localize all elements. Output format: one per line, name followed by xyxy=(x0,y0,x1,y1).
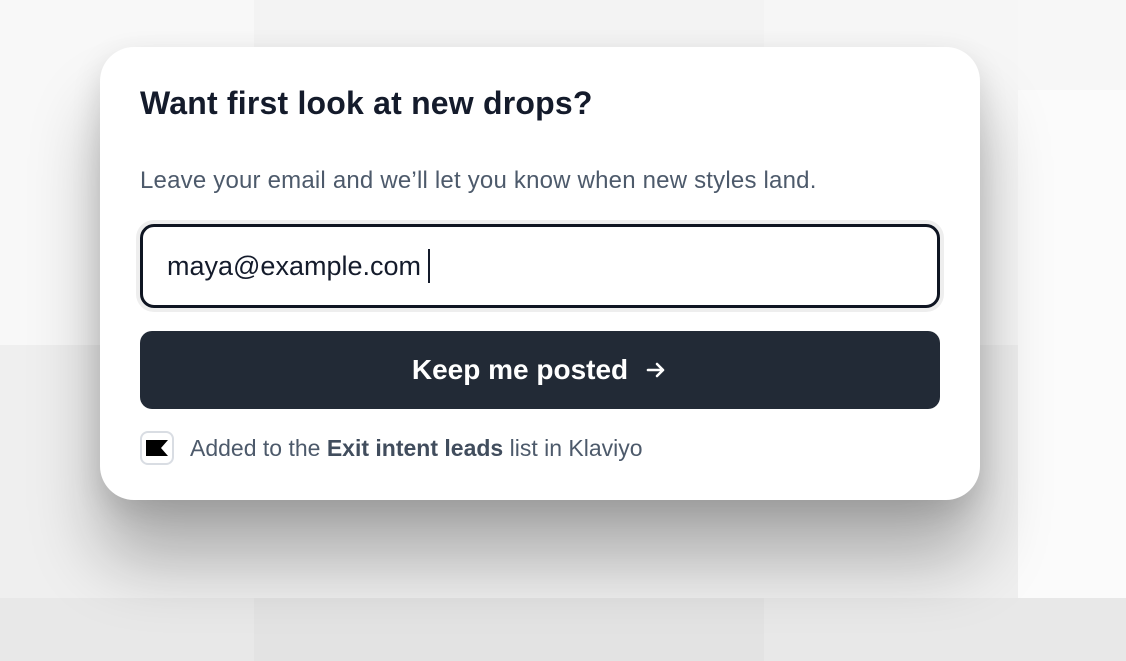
email-field-focus-ring: maya@example.com xyxy=(136,220,944,312)
modal-subtitle: Leave your email and we’ll let you know … xyxy=(140,167,817,194)
keep-me-posted-button[interactable]: Keep me posted xyxy=(140,331,940,409)
modal-title: Want first look at new drops? xyxy=(140,85,593,121)
signup-modal: Want first look at new drops? Leave your… xyxy=(100,47,980,500)
arrow-right-icon xyxy=(644,358,668,382)
text-caret xyxy=(428,249,430,283)
list-note-text: Added to the Exit intent leads list in K… xyxy=(190,435,643,462)
email-field-value: maya@example.com xyxy=(167,250,421,281)
submit-button-label: Keep me posted xyxy=(411,354,629,385)
list-note-suffix: list in Klaviyo xyxy=(509,434,643,461)
email-field[interactable]: maya@example.com xyxy=(140,224,940,308)
klaviyo-flag-icon xyxy=(140,431,174,465)
klaviyo-list-note: Added to the Exit intent leads list in K… xyxy=(140,430,643,466)
list-note-prefix: Added to the xyxy=(190,434,321,461)
list-name: Exit intent leads xyxy=(326,434,504,461)
